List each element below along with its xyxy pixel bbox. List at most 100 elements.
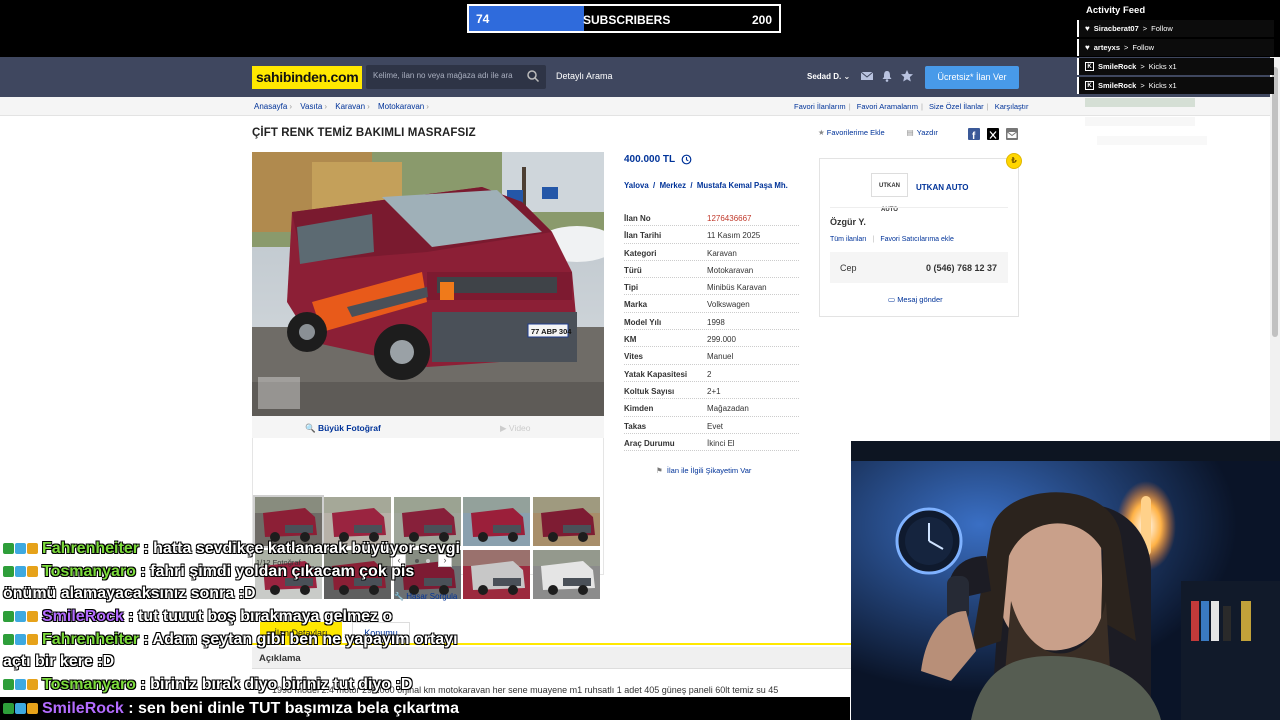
chat-message: Tosmanyaro : fahri şimdi yoldan çıkacam … bbox=[3, 563, 414, 581]
gift-badge-icon bbox=[27, 634, 38, 645]
chat-username[interactable]: Fahrenheiter bbox=[42, 631, 139, 648]
gift-badge-icon bbox=[27, 679, 38, 690]
damage-query-link[interactable]: 🔧 Hasar Sorgula bbox=[394, 592, 457, 601]
lira-coin-icon[interactable]: ₺ bbox=[1006, 153, 1022, 169]
kick-icon: K bbox=[1085, 81, 1094, 90]
kick-badge-icon bbox=[3, 543, 14, 554]
photo-thumbnail[interactable] bbox=[253, 495, 324, 548]
add-favorite-link[interactable]: Favorilerime Ekle bbox=[827, 128, 885, 137]
subscriber-badge-icon bbox=[15, 611, 26, 622]
gift-badge-icon bbox=[27, 703, 38, 714]
chat-message: SmileRock : sen beni dinle TUT başımıza … bbox=[3, 700, 459, 718]
advanced-search-link[interactable]: Detaylı Arama bbox=[556, 71, 613, 81]
spec-key: KM bbox=[624, 335, 637, 345]
kick-badge-icon bbox=[3, 566, 14, 577]
spec-row: Takas Evet bbox=[624, 417, 799, 434]
chat-username[interactable]: Tosmanyaro bbox=[42, 676, 136, 693]
photo-thumbnail[interactable] bbox=[463, 550, 531, 599]
chat-username[interactable]: Fahrenheiter bbox=[42, 540, 139, 557]
subscriber-goal-bar: 74 SUBSCRIBERS 200 bbox=[467, 4, 781, 33]
photo-thumbnail[interactable] bbox=[324, 497, 392, 546]
flag-icon: ⚑ bbox=[656, 466, 663, 475]
send-message-link[interactable]: ▭ Mesaj gönder bbox=[888, 295, 943, 304]
spec-value: Minibüs Karavan bbox=[707, 283, 767, 293]
breadcrumb-item[interactable]: Motokaravan bbox=[378, 102, 424, 111]
store-logo[interactable]: UTKAN AUTO bbox=[871, 173, 908, 213]
post-ad-button[interactable]: Ücretsiz* İlan Ver bbox=[925, 66, 1019, 89]
main-photo[interactable]: 77 ABP 304 bbox=[252, 152, 604, 416]
subscriber-badge-icon bbox=[15, 634, 26, 645]
feed-user: SmileRock bbox=[1098, 81, 1137, 90]
activity-feed-item: ♥ arteyxs > Follow bbox=[1077, 39, 1274, 56]
subscriber-goal: 200 bbox=[751, 13, 772, 27]
location-district[interactable]: Merkez bbox=[660, 181, 686, 190]
play-icon: ▶ bbox=[500, 423, 507, 433]
location-neighborhood[interactable]: Mustafa Kemal Paşa Mh. bbox=[697, 181, 788, 190]
search-icon[interactable] bbox=[526, 69, 540, 83]
location-breadcrumb: Yalova / Merkez / Mustafa Kemal Paşa Mh. bbox=[624, 181, 788, 190]
photo-toolbar: 🔍 Büyük Fotoğraf ▶ Video bbox=[252, 416, 604, 438]
listing-actions: ★ Favorilerime Ekle ▤ Yazdır bbox=[818, 128, 938, 137]
gift-badge-icon bbox=[27, 543, 38, 554]
star-icon: ★ bbox=[818, 128, 825, 137]
location-city[interactable]: Yalova bbox=[624, 181, 649, 190]
spec-value: 2 bbox=[707, 369, 712, 379]
kick-badge-icon bbox=[3, 679, 14, 690]
photo-thumbnail[interactable] bbox=[532, 550, 600, 599]
facebook-icon[interactable]: f bbox=[968, 128, 980, 142]
spec-value: 11 Kasım 2025 bbox=[707, 231, 761, 241]
store-name[interactable]: UTKAN AUTO bbox=[916, 183, 968, 192]
feed-separator: > bbox=[1140, 81, 1145, 90]
user-menu[interactable]: Sedad D. ⌄ bbox=[807, 72, 850, 81]
spec-key: Kategori bbox=[624, 248, 657, 258]
chat-username[interactable]: SmileRock bbox=[42, 700, 124, 717]
breadcrumb-item[interactable]: Anasayfa bbox=[254, 102, 287, 111]
faded-feed-item bbox=[1085, 98, 1195, 107]
spec-value: Mağazadan bbox=[707, 404, 749, 414]
chat-username[interactable]: Tosmanyaro bbox=[42, 563, 136, 580]
spec-row: Türü Motokaravan bbox=[624, 261, 799, 279]
star-icon[interactable] bbox=[900, 69, 914, 83]
bell-icon[interactable] bbox=[880, 69, 894, 83]
favorite-listings-link[interactable]: Favori İlanlarım bbox=[794, 102, 846, 111]
spec-key: Türü bbox=[624, 265, 642, 275]
chat-bubble-icon: ▭ bbox=[888, 295, 896, 304]
spec-value: Motokaravan bbox=[707, 265, 754, 275]
mail-icon[interactable] bbox=[860, 69, 874, 83]
search-input[interactable]: Kelime, ilan no veya mağaza adı ile ara bbox=[366, 65, 546, 89]
site-logo[interactable]: sahibinden.com bbox=[252, 66, 363, 89]
photo-thumbnail[interactable] bbox=[393, 497, 461, 546]
gift-badge-icon bbox=[27, 611, 38, 622]
spec-key: İlan Tarihi bbox=[624, 231, 662, 241]
photo-thumbnail[interactable] bbox=[463, 497, 531, 546]
breadcrumb-item[interactable]: Karavan bbox=[335, 102, 365, 111]
pager-dot[interactable] bbox=[426, 559, 430, 563]
feed-user: Siracberat07 bbox=[1093, 24, 1139, 33]
chat-text: açtı bir kere :D bbox=[3, 653, 115, 670]
video-label: Video bbox=[508, 423, 531, 433]
x-share-icon[interactable] bbox=[987, 128, 999, 140]
chat-message: SmileRock : tut tuuut boş bırakmaya gelm… bbox=[3, 608, 392, 626]
spec-key: Araç Durumu bbox=[624, 438, 675, 448]
price-history-icon[interactable] bbox=[681, 154, 692, 165]
photo-thumbnail[interactable] bbox=[532, 497, 600, 546]
faded-feed-item bbox=[1097, 136, 1207, 145]
large-photo-link[interactable]: 🔍 Büyük Fotoğraf bbox=[305, 423, 381, 434]
pager-dot-active[interactable] bbox=[415, 559, 419, 563]
phone-number[interactable]: 0 (546) 768 12 37 bbox=[926, 263, 997, 273]
favorite-searches-link[interactable]: Favori Aramalarım bbox=[857, 102, 918, 111]
spec-row: Kategori Karavan bbox=[624, 244, 799, 261]
all-ads-link[interactable]: Tüm ilanları bbox=[830, 236, 867, 243]
special-listings-link[interactable]: Size Özel İlanlar bbox=[929, 102, 984, 111]
favorite-seller-link[interactable]: Favori Satıcılarıma ekle bbox=[880, 236, 954, 243]
price-value: 400.000 TL bbox=[624, 154, 676, 165]
spec-key: Yatak Kapasitesi bbox=[624, 369, 688, 379]
chat-username[interactable]: SmileRock bbox=[42, 608, 124, 625]
spec-row: Tipi Minibüs Karavan bbox=[624, 278, 799, 296]
compare-link[interactable]: Karşılaştır bbox=[995, 102, 1029, 111]
breadcrumb-item[interactable]: Vasıta bbox=[300, 102, 322, 111]
spec-row: Model Yılı 1998 bbox=[624, 313, 799, 331]
print-link[interactable]: Yazdır bbox=[917, 128, 938, 137]
email-share-icon[interactable] bbox=[1006, 128, 1018, 140]
report-link[interactable]: ⚑ İlan ile İlgili Şikayetim Var bbox=[656, 466, 751, 475]
